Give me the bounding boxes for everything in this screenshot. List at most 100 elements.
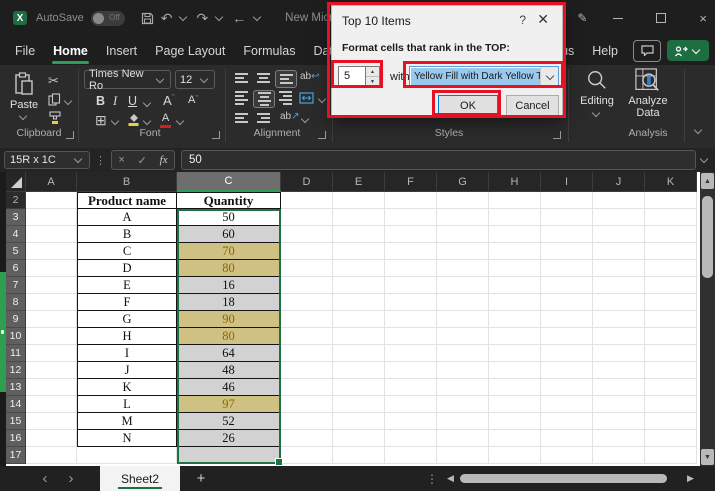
undo-chevron-icon[interactable] [179,13,187,21]
cell-F10[interactable] [385,328,437,345]
cell-H6[interactable] [489,260,541,277]
cell-H7[interactable] [489,277,541,294]
cell-K11[interactable] [645,345,697,362]
cell-F2[interactable] [385,192,437,209]
bold-button[interactable]: B [96,94,105,108]
cell-K17[interactable] [645,447,697,464]
cell-H3[interactable] [489,209,541,226]
tab-home[interactable]: Home [44,37,97,65]
cell-D9[interactable] [281,311,333,328]
cell-D7[interactable] [281,277,333,294]
cell-J16[interactable] [593,430,645,447]
cell-D10[interactable] [281,328,333,345]
pen-icon[interactable]: ✎ [577,11,587,25]
cell-F17[interactable] [385,447,437,464]
cell-C4[interactable]: 60 [177,226,281,243]
cell-B17[interactable] [77,447,177,464]
cell-D6[interactable] [281,260,333,277]
row-header-15[interactable]: 15 [6,413,26,430]
cell-H13[interactable] [489,379,541,396]
cell-E10[interactable] [333,328,385,345]
cell-C11[interactable]: 64 [177,345,281,362]
row-header-10[interactable]: 10 [6,328,26,345]
cell-G3[interactable] [437,209,489,226]
cell-G9[interactable] [437,311,489,328]
cell-J13[interactable] [593,379,645,396]
cell-K9[interactable] [645,311,697,328]
cell-J9[interactable] [593,311,645,328]
cell-E4[interactable] [333,226,385,243]
row-header-12[interactable]: 12 [6,362,26,379]
format-painter-icon[interactable] [48,111,62,125]
cell-K4[interactable] [645,226,697,243]
cell-J4[interactable] [593,226,645,243]
expand-formula-bar-chevron-icon[interactable] [700,155,708,163]
cell-F7[interactable] [385,277,437,294]
cell-E8[interactable] [333,294,385,311]
cell-J8[interactable] [593,294,645,311]
cell-E17[interactable] [333,447,385,464]
cancel-button[interactable]: Cancel [506,95,559,116]
cell-I15[interactable] [541,413,593,430]
cell-J6[interactable] [593,260,645,277]
cell-D14[interactable] [281,396,333,413]
cell-G6[interactable] [437,260,489,277]
rank-count-spinner[interactable]: 5 ▲ ▼ [338,66,380,87]
tab-help[interactable]: Help [583,37,627,65]
cell-G15[interactable] [437,413,489,430]
cancel-entry-icon[interactable]: × [118,154,124,166]
cell-K10[interactable] [645,328,697,345]
save-icon[interactable] [141,12,154,25]
cell-H5[interactable] [489,243,541,260]
cell-E3[interactable] [333,209,385,226]
scroll-up-icon[interactable]: ▲ [701,173,714,189]
cell-D2[interactable] [281,192,333,209]
cell-B12[interactable]: J [77,362,177,379]
cell-I14[interactable] [541,396,593,413]
comments-button[interactable] [633,40,661,62]
cell-A3[interactable] [26,209,77,226]
column-header-C[interactable]: C [177,172,281,192]
copy-chevron-icon[interactable] [64,97,72,105]
cell-H8[interactable] [489,294,541,311]
analyze-data-button[interactable]: Analyze Data [620,68,676,119]
spinner-up-icon[interactable]: ▲ [366,67,379,77]
cell-A6[interactable] [26,260,77,277]
cell-I13[interactable] [541,379,593,396]
cell-A7[interactable] [26,277,77,294]
cell-B6[interactable]: D [77,260,177,277]
cell-C13[interactable]: 46 [177,379,281,396]
cell-G13[interactable] [437,379,489,396]
cell-B7[interactable]: E [77,277,177,294]
cell-J7[interactable] [593,277,645,294]
cell-H14[interactable] [489,396,541,413]
cell-E14[interactable] [333,396,385,413]
cell-A13[interactable] [26,379,77,396]
sheet-nav-left-icon[interactable]: ‹ [32,470,58,487]
tab-formulas[interactable]: Formulas [234,37,304,65]
cell-E6[interactable] [333,260,385,277]
cell-B15[interactable]: M [77,413,177,430]
row-header-13[interactable]: 13 [6,379,26,396]
cell-A17[interactable] [26,447,77,464]
column-header-K[interactable]: K [645,172,697,192]
close-button[interactable]: × [699,11,707,26]
italic-button[interactable]: I [113,94,117,109]
cell-A5[interactable] [26,243,77,260]
middle-align-button[interactable] [253,70,273,86]
confirm-entry-icon[interactable]: ✓ [138,154,147,167]
cell-C14[interactable]: 97 [177,396,281,413]
cell-C8[interactable]: 18 [177,294,281,311]
editing-group-button[interactable]: Editing [576,69,618,118]
redo-chevron-icon[interactable] [215,13,223,21]
cell-K14[interactable] [645,396,697,413]
cell-D13[interactable] [281,379,333,396]
new-sheet-button[interactable]: + [190,470,212,487]
cell-K16[interactable] [645,430,697,447]
cell-J15[interactable] [593,413,645,430]
cell-H4[interactable] [489,226,541,243]
cell-G14[interactable] [437,396,489,413]
cell-J11[interactable] [593,345,645,362]
vertical-scroll-thumb[interactable] [702,196,713,278]
row-header-3[interactable]: 3 [6,209,26,226]
